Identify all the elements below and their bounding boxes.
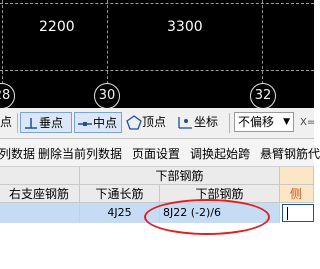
grid-line-vertical (107, 0, 108, 84)
vertex-snap-label: 顶点 (142, 115, 167, 129)
midpoint-icon (78, 121, 92, 126)
column-header-side[interactable]: 侧面 (280, 185, 314, 219)
column-header-right-support-rebar[interactable]: 右支座钢筋 (0, 185, 80, 203)
menu-item-swap-start-span[interactable]: 调换起始跨 (190, 145, 250, 162)
perpendicular-icon (25, 117, 37, 129)
column-header-bottom-continuous-rebar[interactable]: 下通长筋 (80, 185, 160, 203)
table-menu-bar: 列数据 删除当前列数据 页面设置 调换起始跨 悬臂钢筋代 (0, 139, 320, 167)
cad-drawing-canvas[interactable]: 2200 3300 28 30 32 (0, 0, 314, 108)
menu-item-delete-column-data[interactable]: 删除当前列数据 (38, 145, 122, 162)
grid-line-vertical (262, 0, 263, 84)
dimension-label: 3300 (167, 19, 203, 35)
pentagon-icon (126, 115, 142, 130)
vertex-snap-label: 点 (0, 115, 13, 129)
menu-item-column-data[interactable]: 列数据 (0, 145, 35, 162)
vertex-snap-button-partial[interactable]: 点 (0, 112, 12, 133)
text-cursor (287, 207, 288, 220)
toolbar-separator (229, 113, 230, 133)
axis-label-circle: 32 (250, 83, 276, 108)
coordinate-icon (178, 117, 192, 129)
midpoint-snap-button[interactable]: 中点 (74, 112, 122, 133)
perpendicular-snap-label: 垂点 (39, 116, 64, 130)
offset-dropdown[interactable]: 不偏移 ▼ (234, 112, 294, 132)
perpendicular-snap-button[interactable]: 垂点 (20, 112, 72, 133)
grid-line-horizontal (0, 3, 314, 4)
chevron-down-icon: ▼ (283, 117, 290, 127)
header-blank-orange (280, 167, 314, 185)
table-cell-side-active[interactable] (282, 204, 314, 222)
x-coordinate-label-partial: X= (300, 117, 316, 128)
axis-label-circle: 30 (94, 83, 120, 108)
grid-line-vertical (2, 0, 3, 84)
header-blank (0, 167, 80, 185)
grid-line-horizontal (0, 70, 314, 71)
coordinate-snap-button[interactable]: 坐标 (176, 112, 218, 133)
midpoint-snap-label: 中点 (93, 116, 118, 130)
rebar-table: 下部钢筋 右支座钢筋 下通长筋 下部钢筋 侧面 4J25 8J22 (-2)/6 (0, 167, 314, 269)
vertex-snap-button[interactable]: 顶点 (126, 112, 166, 133)
coordinate-snap-label: 坐标 (194, 115, 219, 129)
menu-item-page-setup[interactable]: 页面设置 (132, 145, 180, 162)
dimension-label: 2200 (39, 19, 75, 35)
annotation-ellipse (144, 199, 270, 235)
offset-dropdown-value: 不偏移 (238, 115, 275, 129)
table-cell-right-support[interactable] (0, 203, 80, 223)
menu-item-cantilever-rebar[interactable]: 悬臂钢筋代 (260, 145, 320, 162)
axis-label-circle: 28 (0, 83, 15, 108)
header-group-bottom-rebar: 下部钢筋 (80, 167, 280, 185)
toolbar-separator (17, 113, 18, 133)
